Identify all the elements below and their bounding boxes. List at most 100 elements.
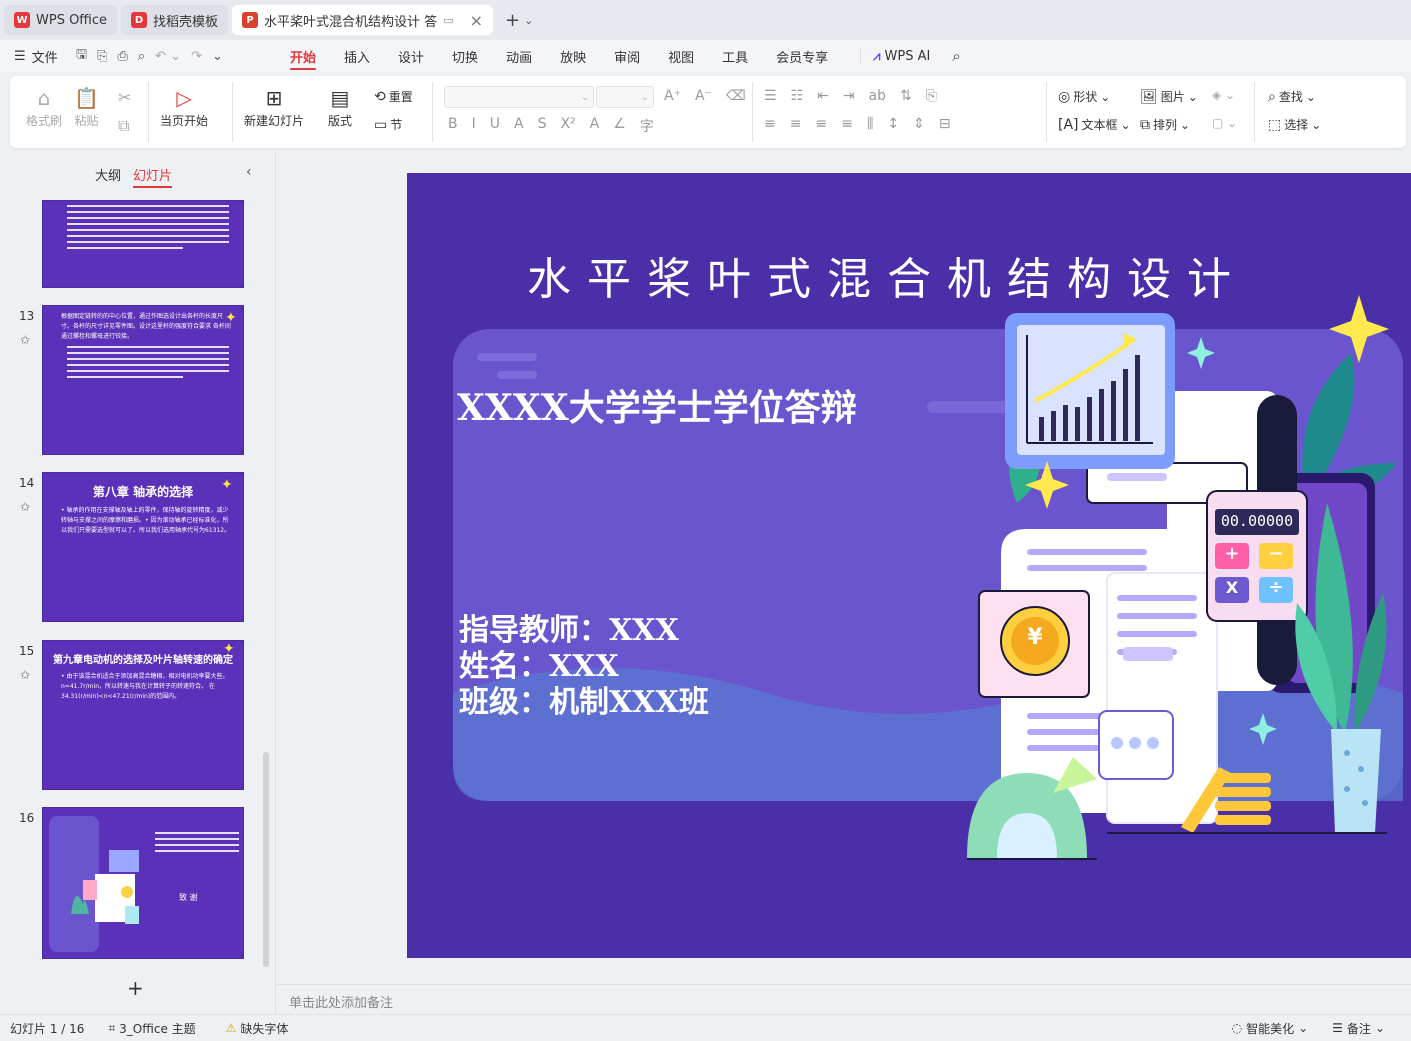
undo-icon[interactable]: ↶ ⌄ [155,49,181,64]
menu-slideshow[interactable]: 放映 [546,40,600,72]
align-left-icon[interactable]: ≡ [764,116,776,132]
new-tab-icon[interactable]: + [505,10,520,31]
menu-insert[interactable]: 插入 [330,40,384,72]
menu-animation[interactable]: 动画 [492,40,546,72]
star-icon[interactable]: ✩ [20,668,30,682]
menu-review[interactable]: 审阅 [600,40,654,72]
print-preview-icon[interactable]: ⌕ [138,49,145,64]
slide-thumbnail-15[interactable]: 第九章电动机的选择及叶片轴转速的确定 • 由于该混合机适合于添加高混合糖稠，相对… [42,640,244,790]
fill-icon[interactable]: ◈ ⌄ [1212,88,1235,102]
menu-transition[interactable]: 切换 [438,40,492,72]
font-name-select[interactable]: ⌄ [444,86,594,108]
star-icon[interactable]: ✩ [20,333,30,347]
layout-icon: ▤ [330,86,350,110]
justify-icon[interactable]: ≡ [841,116,853,132]
chevron-down-icon[interactable]: ⌄ [524,14,533,27]
notes-toggle-button[interactable]: ☰ 备注 ⌄ [1332,1020,1385,1037]
reset-button[interactable]: ⟲ 重置 [374,88,413,105]
slide-thumbnail-16[interactable]: 致 谢 [42,807,244,959]
section-button[interactable]: ▭ 节 [374,116,402,133]
increase-font-icon[interactable]: A⁺ [664,88,681,104]
slide-thumb-title: 第八章 轴承的选择 [92,485,194,499]
slide-class[interactable]: 班级：机制XXX班 [459,677,709,721]
menu-view[interactable]: 视图 [654,40,708,72]
italic-icon[interactable]: I [472,116,476,136]
bullet-list-icon[interactable]: ☰ [764,88,777,104]
highlight-icon[interactable]: ∠ [613,116,626,136]
smart-beautify-button[interactable]: ◌ 智能美化 ⌄ [1232,1020,1309,1037]
text-direction-icon[interactable]: ab [869,88,886,104]
decrease-indent-icon[interactable]: ⇤ [817,88,829,104]
tab-wps-office[interactable]: W WPS Office [4,5,118,35]
eraser-icon[interactable]: ⌫ [726,88,746,104]
slide-thumbnail-12[interactable] [42,200,244,288]
collapse-panel-icon[interactable]: ‹ [246,164,252,180]
select-button[interactable]: ⬚ 选择 ⌄ [1268,116,1321,133]
play-from-current-button[interactable]: ▷ 当页开始 [160,84,208,129]
superscript-icon[interactable]: X² [560,116,575,136]
search-icon[interactable]: ⌕ [952,47,960,65]
new-slide-button[interactable]: ⊞ 新建幻灯片 [244,84,304,129]
increase-indent-icon[interactable]: ⇥ [843,88,855,104]
align-center-icon[interactable]: ≡ [790,116,802,132]
layout-button[interactable]: ▤ 版式 [328,84,352,129]
arrange-label: 排列 [1153,118,1178,132]
align-right-icon[interactable]: ≡ [815,116,827,132]
missing-font-indicator[interactable]: ⚠ 缺失字体 [226,1020,289,1037]
outline-icon[interactable]: ▢ ⌄ [1212,116,1237,130]
sort-icon[interactable]: ⇅ [900,88,912,104]
decrease-font-icon[interactable]: A⁻ [695,88,712,104]
line-spacing-icon[interactable]: ↕ [887,116,899,132]
picture-icon: 🖼 [1140,88,1158,105]
strikethrough-icon[interactable]: A [514,116,524,136]
menu-tools[interactable]: 工具 [708,40,762,72]
shadow-icon[interactable]: S [538,116,547,136]
panel-scrollbar[interactable] [263,752,269,967]
picture-button[interactable]: 🖼 图片 ⌄ [1140,88,1198,105]
slide-main[interactable]: 00.00000 ¥ + − X ÷ 水平桨叶式混合机结构设计 XXXX大学学士… [407,173,1411,958]
paragraph-controls-bottom: ≡ ≡ ≡ ≡ ⫼ ↕ ⇕ ⊟ [764,116,951,132]
find-button[interactable]: ⌕ 查找 ⌄ [1268,88,1316,105]
columns-icon[interactable]: ⫼ [867,116,873,132]
arrange-button[interactable]: ⧉ 排列 ⌄ [1140,116,1190,133]
numbered-list-icon[interactable]: ☷ [791,88,804,104]
print-icon[interactable]: ⎙ [117,49,127,64]
tab-outline[interactable]: 大纲 [95,165,121,188]
tab-document[interactable]: P 水平桨叶式混合机结构设计 答 ▭ × [232,5,493,35]
notes-input[interactable]: 单击此处添加备注 [277,984,1411,1014]
cut-icon[interactable]: ✂ [118,88,131,107]
tab-template[interactable]: D 找稻壳模板 [121,5,229,35]
window-icon[interactable]: ▭ [443,14,453,27]
slide-thumbnail-14[interactable]: 第八章 轴承的选择 • 轴承的作用在支撑轴及轴上的零件，保持轴的旋转精度，减少转… [42,472,244,622]
shape-button[interactable]: ◎ 形状 ⌄ [1058,88,1110,105]
font-color-icon[interactable]: A [590,116,600,136]
underline-icon[interactable]: U [490,116,500,136]
star-icon[interactable]: ✩ [20,500,30,514]
bold-icon[interactable]: B [448,116,458,136]
file-menu[interactable]: ☰ 文件 [0,47,76,66]
add-slide-icon[interactable]: + [127,976,144,1000]
tab-slides[interactable]: 幻灯片 [133,165,173,188]
paragraph-spacing-icon[interactable]: ⇕ [913,116,925,132]
menu-design[interactable]: 设计 [384,40,438,72]
slide-thumbnail-13[interactable]: 根据图定链转的的中心位置，通过作图选设计出各杆的长度尺寸。各杆的尺寸详见零件图。… [42,305,244,455]
theme-indicator[interactable]: ⌗ 3_Office 主题 [108,1020,195,1037]
text-align-icon[interactable]: ⊟ [939,116,951,132]
font-size-select[interactable]: ⌄ [596,86,654,108]
slide-title[interactable]: 水平桨叶式混合机结构设计 [407,243,1367,307]
slide-subtitle[interactable]: XXXX大学学士学位答辩 [457,379,857,431]
textbox-button[interactable]: [A] 文本框 ⌄ [1058,116,1131,133]
char-spacing-icon[interactable]: 字 [640,116,654,136]
paste-button[interactable]: 📋 粘贴 [74,84,99,129]
convert-icon[interactable]: ⎘ [926,88,937,104]
more-icon[interactable]: ⌄ [212,49,223,64]
redo-icon[interactable]: ↷ [191,49,202,64]
menu-home[interactable]: 开始 [276,40,330,72]
wps-ai-button[interactable]: ⩘ WPS AI [860,48,942,64]
close-icon[interactable]: × [470,11,483,30]
format-painter-button[interactable]: ⌂ 格式刷 [26,84,62,129]
menu-member[interactable]: 会员专享 [762,40,842,72]
save-icon[interactable]: 🖫 [76,45,87,67]
export-icon[interactable]: ⎘ [97,49,107,64]
copy-icon[interactable]: ⧉ [118,116,129,136]
